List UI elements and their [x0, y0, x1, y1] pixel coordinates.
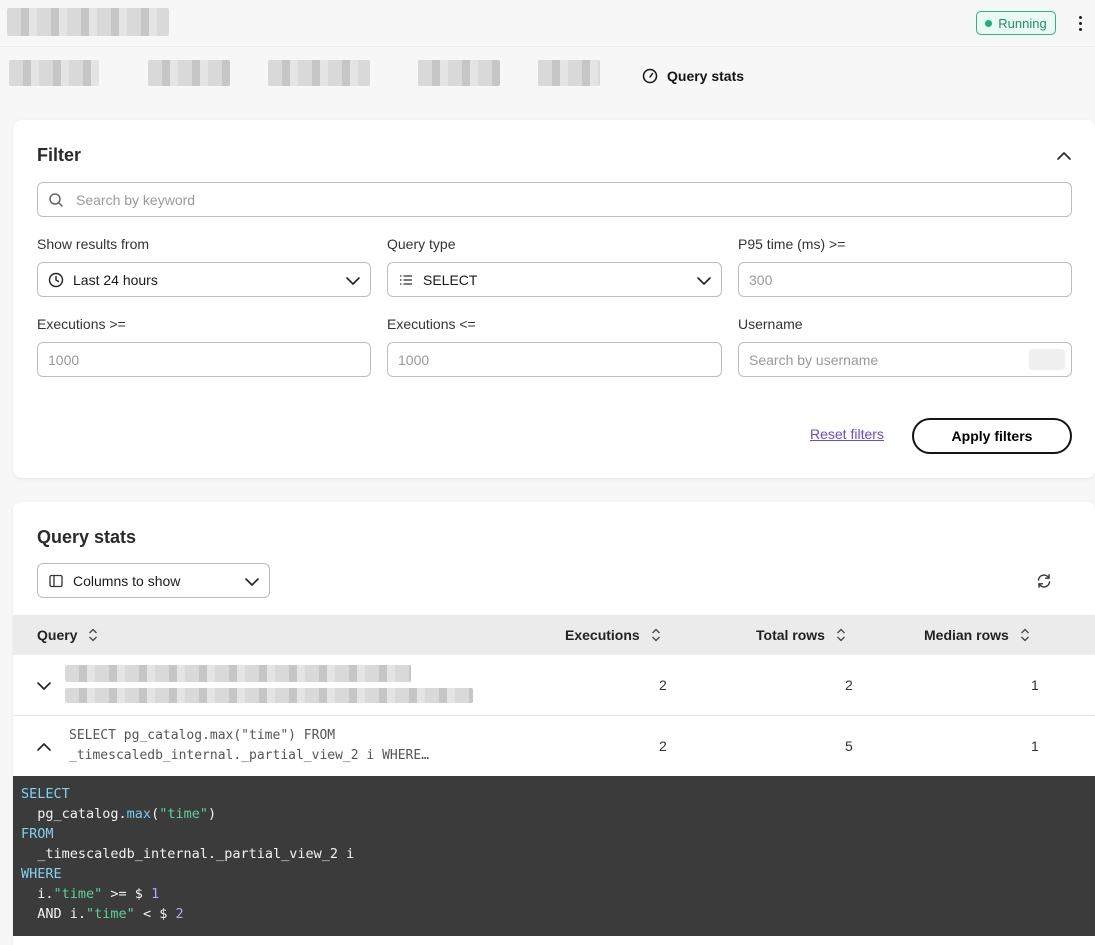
tab-query-stats[interactable]: Query stats	[642, 64, 744, 88]
code-text: (	[151, 806, 160, 822]
executions-value: 2	[659, 677, 667, 693]
tab-query-stats-label: Query stats	[667, 68, 745, 84]
clock-icon	[48, 272, 64, 287]
more-options-icon[interactable]	[1072, 12, 1088, 34]
query-type-value: SELECT	[423, 271, 478, 288]
username-placeholder: Search by username	[749, 351, 879, 368]
chevron-down-icon[interactable]	[36, 678, 52, 694]
p95-time-input[interactable]: 300	[738, 262, 1072, 297]
total-rows-value: 2	[845, 677, 853, 693]
code-text: i.	[21, 886, 54, 902]
query-text-line: _timescaledb_internal._partial_view_2 i …	[69, 748, 430, 763]
filter-card: Filter Search by keyword Show results fr…	[13, 120, 1095, 478]
apply-filters-button[interactable]: Apply filters	[912, 418, 1072, 454]
tab-redacted-3[interactable]	[268, 60, 370, 86]
show-results-label: Show results from	[37, 236, 150, 252]
chevron-up-icon[interactable]	[1056, 148, 1072, 164]
query-type-select[interactable]: SELECT	[387, 262, 722, 297]
filter-title: Filter	[37, 145, 82, 165]
tab-redacted-2[interactable]	[148, 60, 230, 86]
reset-filters-link[interactable]: Reset filters	[810, 426, 884, 442]
columns-icon	[49, 574, 63, 587]
code-keyword: WHERE	[21, 866, 62, 882]
chevron-up-icon[interactable]	[36, 739, 52, 755]
tab-redacted-4[interactable]	[418, 60, 500, 86]
query-text-redacted	[65, 665, 411, 682]
tab-redacted-5[interactable]	[538, 60, 600, 86]
search-icon	[49, 192, 63, 207]
code-text: _timescaledb_internal._partial_view_2 i	[21, 846, 355, 862]
code-text: AND i.	[21, 906, 87, 922]
code-string: "time"	[159, 806, 208, 822]
code-function: max	[126, 806, 152, 822]
table-row[interactable]: 2 2 1	[13, 655, 1095, 716]
top-bar: Running	[0, 0, 1095, 47]
username-input[interactable]: Search by username	[738, 342, 1072, 377]
code-string: "time"	[86, 906, 135, 922]
status-dot-icon	[985, 19, 993, 27]
query-type-label: Query type	[387, 236, 456, 252]
service-name-redacted	[7, 8, 169, 36]
sort-icon	[89, 628, 98, 642]
query-code-block: SELECT pg_catalog.max("time") FROM _times…	[13, 776, 1095, 936]
chevron-down-icon	[245, 578, 259, 586]
query-text-redacted	[65, 688, 473, 703]
code-text: >= $	[102, 886, 152, 902]
columns-to-show-label: Columns to show	[73, 572, 181, 589]
sort-icon	[651, 628, 660, 642]
column-header-total-rows[interactable]: Total rows	[756, 627, 847, 643]
keyword-search-placeholder: Search by keyword	[76, 191, 196, 208]
columns-to-show-select[interactable]: Columns to show	[37, 563, 270, 598]
column-header-total-rows-label: Total rows	[756, 627, 825, 643]
executions-max-input[interactable]: 1000	[387, 342, 722, 377]
refresh-icon[interactable]	[1035, 572, 1053, 590]
username-label: Username	[738, 316, 803, 332]
median-rows-value: 1	[1031, 738, 1039, 754]
status-label: Running	[998, 15, 1047, 31]
code-number: 1	[151, 886, 160, 902]
column-header-query[interactable]: Query	[37, 627, 99, 643]
column-header-query-label: Query	[37, 627, 78, 643]
executions-max-placeholder: 1000	[398, 351, 430, 368]
query-stats-card: Query stats Columns to show Query Execut…	[13, 502, 1095, 945]
keyword-search-input[interactable]: Search by keyword	[37, 182, 1072, 217]
code-string: "time"	[53, 886, 103, 902]
median-rows-value: 1	[1031, 677, 1039, 693]
column-header-executions[interactable]: Executions	[565, 627, 662, 643]
p95-time-placeholder: 300	[749, 271, 773, 288]
executions-min-input[interactable]: 1000	[37, 342, 371, 377]
column-header-executions-label: Executions	[565, 627, 640, 643]
list-icon	[400, 274, 412, 285]
username-addon	[1029, 349, 1065, 370]
code-number: 2	[175, 906, 184, 922]
total-rows-value: 5	[845, 738, 853, 754]
executions-max-label: Executions <=	[387, 316, 476, 332]
code-text: < $	[134, 906, 176, 922]
table-row[interactable]: SELECT pg_catalog.max("time") FROM _time…	[13, 716, 1095, 776]
query-stats-title: Query stats	[37, 527, 137, 547]
show-results-value: Last 24 hours	[73, 271, 158, 288]
chevron-down-icon	[346, 277, 360, 285]
column-header-median-rows-label: Median rows	[924, 627, 1009, 643]
query-text: SELECT pg_catalog.max("time") FROM _time…	[69, 726, 429, 766]
sort-icon	[837, 628, 845, 642]
column-header-median-rows[interactable]: Median rows	[924, 627, 1031, 643]
p95-time-label: P95 time (ms) >=	[738, 236, 846, 252]
executions-min-label: Executions >=	[37, 316, 126, 332]
code-text: pg_catalog.	[21, 806, 127, 822]
chevron-down-icon	[697, 277, 711, 285]
query-text-line: SELECT pg_catalog.max("time") FROM	[69, 728, 336, 743]
table-header: Query Executions Total rows Median rows	[13, 615, 1095, 655]
sort-icon	[1020, 628, 1029, 642]
show-results-select[interactable]: Last 24 hours	[37, 262, 371, 297]
code-keyword: FROM	[21, 826, 54, 842]
gauge-icon	[642, 68, 658, 84]
executions-value: 2	[659, 738, 667, 754]
status-badge: Running	[976, 11, 1056, 35]
tab-redacted-1[interactable]	[9, 60, 99, 86]
code-text: )	[207, 806, 217, 822]
code-keyword: SELECT	[21, 786, 70, 802]
executions-min-placeholder: 1000	[48, 351, 80, 368]
